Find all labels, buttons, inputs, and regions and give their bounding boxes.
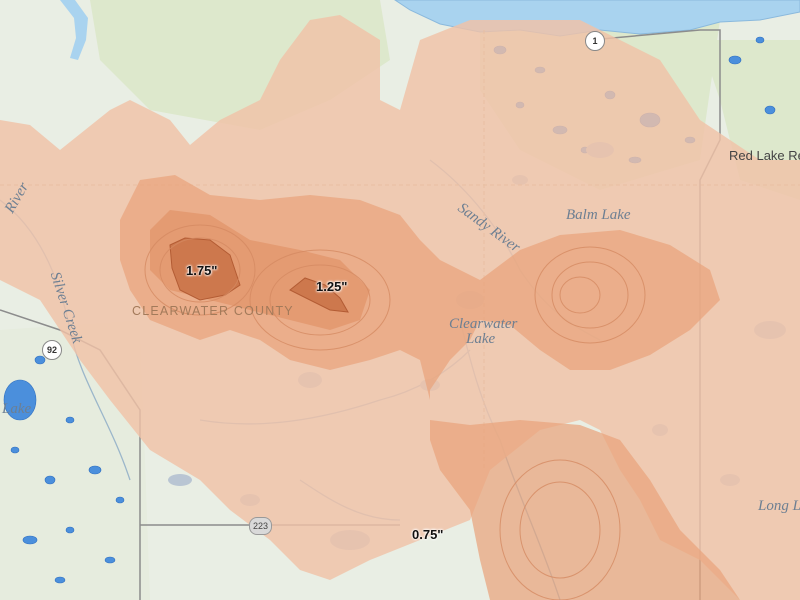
rainfall-mid-label: 1.25" [316, 279, 348, 294]
clearwater-lake-label-line2: Lake [466, 331, 496, 347]
rainfall-max-label: 1.75" [186, 263, 218, 278]
rainfall-low-label: 0.75" [412, 527, 444, 542]
red-lake-label: Red Lake Re [729, 148, 800, 163]
long-lake-label-fragment: Long L [758, 498, 800, 514]
balm-lake-label: Balm Lake [566, 207, 631, 223]
county-label: CLEARWATER COUNTY [132, 304, 294, 318]
lake-label-fragment: Lake [2, 401, 32, 417]
precipitation-map[interactable] [0, 0, 800, 600]
hwy-1-shield: 1 [585, 31, 605, 51]
hwy-92-shield: 92 [42, 340, 62, 360]
hwy-223-shield: 223 [249, 517, 273, 535]
